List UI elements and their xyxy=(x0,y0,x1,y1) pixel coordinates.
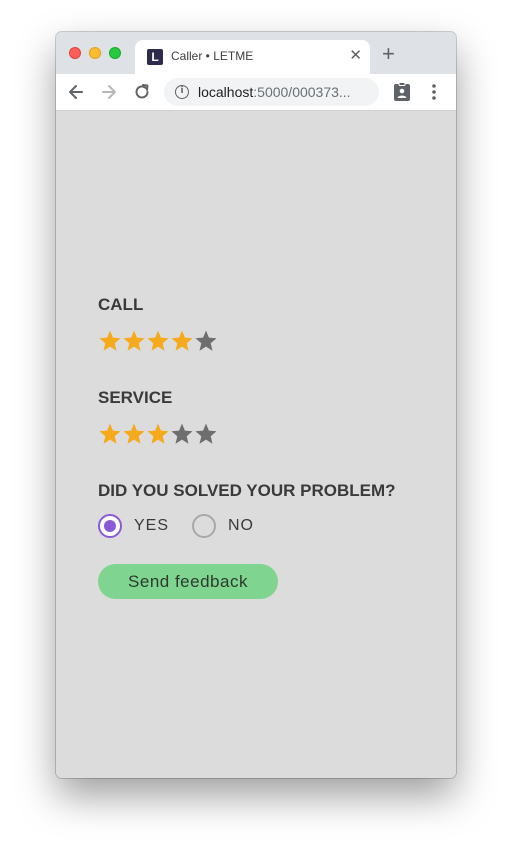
new-tab-button[interactable]: + xyxy=(382,43,395,65)
radio-yes[interactable] xyxy=(98,514,122,538)
address-bar[interactable]: i localhost:5000/000373... xyxy=(164,78,379,106)
star-filled-icon[interactable] xyxy=(146,422,170,446)
tab-close-icon[interactable]: ✕ xyxy=(349,48,362,64)
clipboard-badge-icon[interactable] xyxy=(393,82,411,102)
send-feedback-button[interactable]: Send feedback xyxy=(98,564,278,599)
more-vert-icon[interactable] xyxy=(426,82,442,102)
url-text[interactable]: localhost:5000/000373... xyxy=(198,84,351,100)
star-empty-icon[interactable] xyxy=(170,422,194,446)
browser-toolbar: i localhost:5000/000373... xyxy=(56,74,456,111)
title-bar: L Caller • LETME ✕ + xyxy=(56,32,456,74)
tab-title: Caller • LETME xyxy=(171,49,254,63)
star-empty-icon[interactable] xyxy=(194,329,218,353)
window-close-button[interactable] xyxy=(69,47,81,59)
site-info-icon[interactable]: i xyxy=(175,85,189,99)
window-minimize-button[interactable] xyxy=(89,47,101,59)
radio-no[interactable] xyxy=(192,514,216,538)
radio-no-label[interactable]: NO xyxy=(228,517,254,535)
star-filled-icon[interactable] xyxy=(170,329,194,353)
service-rating[interactable] xyxy=(98,422,218,446)
radio-selected-dot xyxy=(104,520,116,532)
browser-tab[interactable]: L Caller • LETME ✕ xyxy=(135,40,370,74)
star-filled-icon[interactable] xyxy=(98,422,122,446)
forward-arrow-icon[interactable] xyxy=(99,82,119,102)
call-label: CALL xyxy=(98,295,144,314)
service-label: SERVICE xyxy=(98,388,173,407)
star-filled-icon[interactable] xyxy=(98,329,122,353)
window-maximize-button[interactable] xyxy=(109,47,121,59)
call-rating[interactable] xyxy=(98,329,218,353)
star-filled-icon[interactable] xyxy=(122,329,146,353)
url-host: localhost xyxy=(198,84,254,100)
back-arrow-icon[interactable] xyxy=(66,82,86,102)
browser-window: L Caller • LETME ✕ + i localhost:5000/00… xyxy=(56,32,456,778)
star-filled-icon[interactable] xyxy=(122,422,146,446)
star-empty-icon[interactable] xyxy=(194,422,218,446)
problem-question: DID YOU SOLVED YOUR PROBLEM? xyxy=(98,481,396,500)
reload-icon[interactable] xyxy=(132,82,152,102)
page-content: CALL SERVICE DID YOU SOLVED YOUR PROBLEM… xyxy=(56,111,456,778)
radio-yes-label[interactable]: YES xyxy=(134,517,169,535)
star-filled-icon[interactable] xyxy=(146,329,170,353)
url-path: :5000/000373... xyxy=(253,84,351,100)
favicon-icon: L xyxy=(147,49,163,65)
